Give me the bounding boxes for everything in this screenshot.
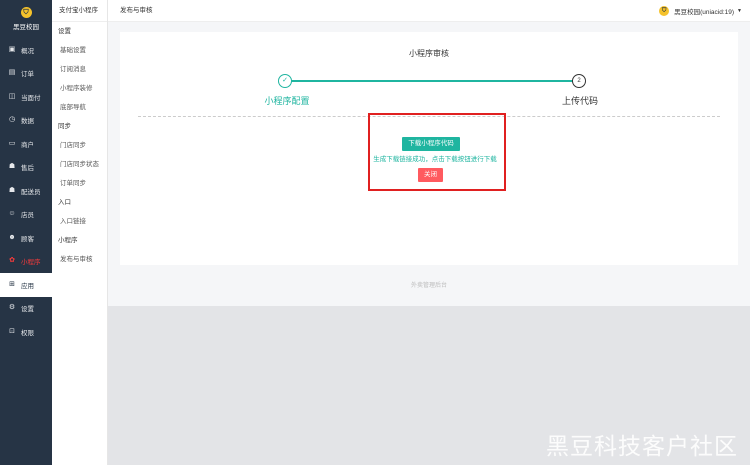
sidebar-item-label: 权限 bbox=[21, 329, 34, 337]
sidebar-item-courier[interactable]: ☗ 配送员 bbox=[0, 179, 52, 203]
close-button[interactable]: 关闭 bbox=[418, 168, 443, 182]
subnav-group-label: 小程序 bbox=[58, 237, 78, 244]
main-sidebar: ⛉ 黑豆校园 ▣ 概况 ▤ 订单 ◫ 当面付 ◷ 数据 ▭ 商户 ☗ 售后 ☗ 配送员 ☺ 店员 ☻ 顾客 ✿ 小程序… bbox=[0, 0, 52, 465]
sidebar-item-wallet[interactable]: ◫ 当面付 bbox=[0, 85, 52, 109]
sidebar-item-list[interactable]: ▤ 订单 bbox=[0, 62, 52, 86]
wallet-icon: ◫ bbox=[8, 92, 16, 100]
sidebar-item-label: 店员 bbox=[21, 212, 34, 220]
success-message: 生成下载链接成功，点击下载按钮进行下载 bbox=[373, 156, 497, 163]
brand-logo-icon: ⛉ bbox=[20, 7, 32, 18]
sidebar-item-label: 数据 bbox=[21, 118, 34, 126]
step-1-check-icon: ✓ bbox=[278, 74, 292, 88]
sub-sidebar: 支付宝小程序 设置基础设置 订阅消息 小程序装修 底部导航同步门店同步 门店同步状态 订单… bbox=[52, 0, 108, 465]
sidebar-item-label: 设置 bbox=[21, 306, 34, 314]
sidebar-item-label: 顾客 bbox=[21, 235, 34, 243]
sidebar-item-customer[interactable]: ☻ 顾客 bbox=[0, 226, 52, 250]
apps-icon: ⊞ bbox=[9, 280, 15, 288]
brand[interactable]: ⛉ 黑豆校园 bbox=[0, 0, 52, 38]
subnav-group-label: 设置 bbox=[58, 28, 71, 35]
store-icon: ▭ bbox=[8, 139, 16, 147]
customer-icon: ☻ bbox=[8, 233, 16, 241]
sidebar-item-staff[interactable]: ☺ 店员 bbox=[0, 203, 52, 227]
sidebar-item-label: 商户 bbox=[21, 141, 34, 149]
list-icon: ▤ bbox=[8, 69, 16, 77]
subnav-item[interactable]: 门店同步 bbox=[52, 136, 107, 155]
gear-icon: ⚙ bbox=[8, 304, 16, 312]
subnav-item[interactable]: 订阅消息 bbox=[52, 60, 107, 79]
sidebar-item-miniapp[interactable]: ✿ 小程序 bbox=[0, 250, 52, 274]
sidebar-item-label: 售后 bbox=[21, 165, 34, 173]
sidebar-item-apps[interactable]: ⊞ 应用 bbox=[0, 273, 52, 297]
subnav-item[interactable]: 基础设置 bbox=[52, 41, 107, 60]
watermark-text: 黑豆科技客户社区 bbox=[546, 433, 738, 459]
sidebar-item-label: 小程序 bbox=[21, 259, 41, 267]
step-progress-line bbox=[285, 80, 575, 82]
sidebar-item-store[interactable]: ▭ 商户 bbox=[0, 132, 52, 156]
sidebar-item-label: 订单 bbox=[21, 71, 34, 79]
subnav-group-label: 同步 bbox=[58, 123, 71, 130]
courier-icon: ☗ bbox=[8, 186, 16, 194]
subnav-item[interactable]: 订单同步 bbox=[52, 174, 107, 193]
footer-text: 外卖管理后台 bbox=[410, 283, 447, 289]
staff-icon: ☺ bbox=[8, 210, 16, 218]
top-bar: 发布与审核 ⛉ 黑豆校园(uniacid:19) ▼ bbox=[108, 0, 750, 22]
user-avatar-icon: ⛉ bbox=[659, 6, 670, 16]
subnav-group-label: 入口 bbox=[58, 199, 71, 206]
sidebar-item-chart[interactable]: ◷ 数据 bbox=[0, 109, 52, 133]
chart-icon: ◷ bbox=[8, 116, 16, 124]
sidebar-item-label: 概况 bbox=[21, 47, 34, 55]
sidebar-item-label: 当面付 bbox=[21, 94, 41, 102]
breadcrumb: 发布与审核 bbox=[120, 7, 153, 14]
sidebar-item-label: 配送员 bbox=[21, 188, 41, 196]
subnav-item[interactable]: 入口链接 bbox=[52, 212, 107, 231]
chevron-down-icon: ▼ bbox=[737, 8, 742, 14]
sidebar-item-grid[interactable]: ▣ 概况 bbox=[0, 38, 52, 62]
sidebar-item-gear[interactable]: ⚙ 设置 bbox=[0, 297, 52, 321]
user-name: 黑豆校园(uniacid:19) bbox=[674, 9, 735, 16]
user-menu[interactable]: ⛉ 黑豆校园(uniacid:19) ▼ bbox=[659, 0, 742, 22]
step-2-label: 上传代码 bbox=[561, 96, 598, 106]
subnav-item[interactable]: 门店同步状态 bbox=[52, 155, 107, 174]
lock-icon: ⊡ bbox=[9, 327, 15, 335]
page-title: 小程序审核 bbox=[409, 49, 449, 58]
download-code-button[interactable]: 下载小程序代码 bbox=[402, 137, 460, 151]
step-1-label: 小程序配置 bbox=[264, 96, 310, 106]
brand-name: 黑豆校园 bbox=[13, 24, 39, 31]
subnav-item[interactable]: 发布与审核 bbox=[52, 250, 107, 269]
grid-icon: ▣ bbox=[8, 45, 16, 53]
sidebar-item-lock[interactable]: ⊡ 权限 bbox=[0, 320, 52, 344]
subnav-item[interactable]: 底部导航 bbox=[52, 98, 107, 117]
service-icon: ☗ bbox=[8, 163, 16, 171]
sidebar-item-label: 应用 bbox=[21, 282, 34, 290]
miniapp-icon: ✿ bbox=[9, 257, 15, 265]
subnav-item[interactable]: 小程序装修 bbox=[52, 79, 107, 98]
sidebar-item-service[interactable]: ☗ 售后 bbox=[0, 156, 52, 180]
subnav-title: 支付宝小程序 bbox=[52, 0, 107, 22]
step-2-number-icon: 2 bbox=[572, 74, 586, 88]
